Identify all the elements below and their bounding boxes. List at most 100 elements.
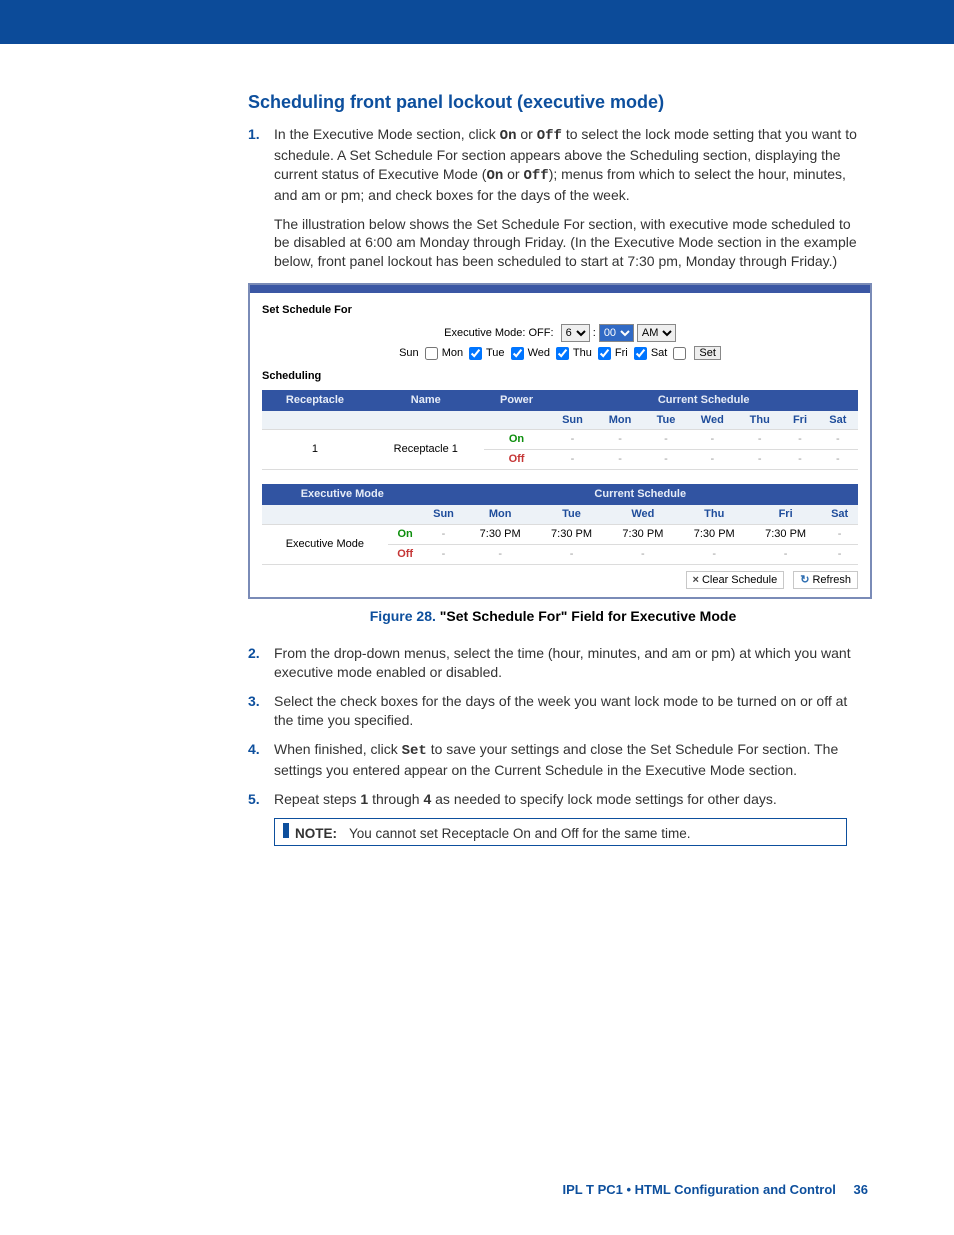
hdr-power: Power xyxy=(484,390,550,411)
col-wed: Wed xyxy=(687,411,737,430)
hdr-current-schedule-2: Current Schedule xyxy=(423,484,858,505)
col2-fri: Fri xyxy=(750,505,821,524)
col-mon: Mon xyxy=(596,411,645,430)
step-5-text-a: Repeat steps xyxy=(274,791,360,807)
day-wed-label: Wed xyxy=(528,347,550,359)
step-2-text: From the drop-down menus, select the tim… xyxy=(274,645,851,680)
step-1-mid: or xyxy=(516,126,536,142)
exec-mode-row-label: Executive Mode xyxy=(262,524,388,564)
step-5-text-b: as needed to specify lock mode settings … xyxy=(431,791,777,807)
hdr-receptacle: Receptacle xyxy=(262,390,368,411)
note-accent-bar xyxy=(283,823,289,838)
footer-page-number: 36 xyxy=(854,1182,868,1197)
step-3-text: Select the check boxes for the days of t… xyxy=(274,693,847,728)
step-2: 2. From the drop-down menus, select the … xyxy=(248,644,858,682)
inline-set: Set xyxy=(402,743,427,759)
power-on-label[interactable]: On xyxy=(484,430,550,450)
figure-caption: Figure 28. "Set Schedule For" Field for … xyxy=(248,607,858,626)
day-fri-checkbox[interactable] xyxy=(634,347,647,360)
day-tue-checkbox[interactable] xyxy=(511,347,524,360)
note-text: You cannot set Receptacle On and Off for… xyxy=(349,826,690,841)
step-1-para2: The illustration below shows the Set Sch… xyxy=(274,215,858,272)
day-fri-label: Fri xyxy=(615,347,628,359)
day-mon-checkbox[interactable] xyxy=(469,347,482,360)
day-thu-label: Thu xyxy=(573,347,592,359)
day-sun-checkbox[interactable] xyxy=(425,347,438,360)
day-thu-checkbox[interactable] xyxy=(598,347,611,360)
col-thu: Thu xyxy=(737,411,782,430)
on-tue: 7:30 PM xyxy=(536,524,607,544)
top-color-bar xyxy=(0,0,954,44)
step-4: 4. When finished, click Set to save your… xyxy=(248,740,858,780)
day-mon-label: Mon xyxy=(442,347,463,359)
page-footer: IPL T PC1 • HTML Configuration and Contr… xyxy=(0,1182,954,1197)
step-3-number: 3. xyxy=(248,692,260,711)
col-sat: Sat xyxy=(818,411,858,430)
on-sat: - xyxy=(821,524,858,544)
refresh-button[interactable]: ↻Refresh xyxy=(793,571,858,590)
day-sun-label: Sun xyxy=(399,347,419,359)
inline-off-1: Off xyxy=(537,128,562,144)
rec-number: 1 xyxy=(262,430,368,470)
clear-schedule-button[interactable]: ×Clear Schedule xyxy=(686,571,785,590)
exec-mode-schedule-table: Executive Mode Current Schedule Sun Mon … xyxy=(262,484,858,564)
step-1-number: 1. xyxy=(248,125,260,144)
days-row: Sun Mon Tue Wed Thu Fri Sat Set xyxy=(262,346,858,361)
on-sun: - xyxy=(423,524,465,544)
step-4-text-a: When finished, click xyxy=(274,741,402,757)
section-heading: Scheduling front panel lockout (executiv… xyxy=(248,92,858,113)
receptacle-schedule-table: Receptacle Name Power Current Schedule S… xyxy=(262,390,858,470)
screenshot-panel: Set Schedule For Executive Mode: OFF: 6 … xyxy=(248,283,872,599)
refresh-icon: ↻ xyxy=(800,574,809,586)
col2-sat: Sat xyxy=(821,505,858,524)
set-schedule-for-title: Set Schedule For xyxy=(262,303,858,318)
step-1: 1. In the Executive Mode section, click … xyxy=(248,125,858,626)
step-1-mid2: or xyxy=(503,166,523,182)
note-box: NOTE: You cannot set Receptacle On and O… xyxy=(274,818,847,846)
scheduling-title: Scheduling xyxy=(262,369,858,384)
day-sat-label: Sat xyxy=(651,347,668,359)
step-5-number: 5. xyxy=(248,790,260,809)
col-fri: Fri xyxy=(782,411,817,430)
step-5-mid: through xyxy=(368,791,423,807)
col2-wed: Wed xyxy=(607,505,678,524)
inline-on-1: On xyxy=(500,128,517,144)
exec-off-label[interactable]: Off xyxy=(388,544,423,564)
table-row: Executive Mode On - 7:30 PM 7:30 PM 7:30… xyxy=(262,524,858,544)
on-fri: 7:30 PM xyxy=(750,524,821,544)
col2-tue: Tue xyxy=(536,505,607,524)
hdr-current-schedule: Current Schedule xyxy=(549,390,858,411)
exec-on-label[interactable]: On xyxy=(388,524,423,544)
inline-on-2: On xyxy=(486,168,503,184)
exec-mode-off-label: Executive Mode: OFF: xyxy=(444,327,553,339)
table-row: 1 Receptacle 1 On ------- xyxy=(262,430,858,450)
set-button[interactable]: Set xyxy=(694,346,721,360)
hdr-name: Name xyxy=(368,390,484,411)
on-wed: 7:30 PM xyxy=(607,524,678,544)
power-off-label[interactable]: Off xyxy=(484,450,550,470)
figure-title: "Set Schedule For" Field for Executive M… xyxy=(436,608,736,624)
hour-select[interactable]: 6 xyxy=(561,324,590,342)
col-sun: Sun xyxy=(549,411,595,430)
day-sat-checkbox[interactable] xyxy=(673,347,686,360)
day-wed-checkbox[interactable] xyxy=(556,347,569,360)
col2-mon: Mon xyxy=(464,505,535,524)
rec-name: Receptacle 1 xyxy=(368,430,484,470)
close-icon: × xyxy=(693,574,699,586)
on-thu: 7:30 PM xyxy=(679,524,750,544)
figure-number: Figure 28. xyxy=(370,608,436,624)
inline-off-2: Off xyxy=(523,168,548,184)
screenshot-titlebar xyxy=(250,285,870,293)
on-mon: 7:30 PM xyxy=(464,524,535,544)
step-4-number: 4. xyxy=(248,740,260,759)
step-5: 5. Repeat steps 1 through 4 as needed to… xyxy=(248,790,858,809)
step-3: 3. Select the check boxes for the days o… xyxy=(248,692,858,730)
exec-mode-form-row: Executive Mode: OFF: 6 : 00 AM xyxy=(262,324,858,342)
col-tue: Tue xyxy=(645,411,688,430)
minute-select[interactable]: 00 xyxy=(599,324,634,342)
step-2-number: 2. xyxy=(248,644,260,663)
footer-title: IPL T PC1 • HTML Configuration and Contr… xyxy=(562,1182,835,1197)
time-colon: : xyxy=(593,327,596,339)
hdr-exec-mode: Executive Mode xyxy=(262,484,423,505)
ampm-select[interactable]: AM xyxy=(637,324,676,342)
